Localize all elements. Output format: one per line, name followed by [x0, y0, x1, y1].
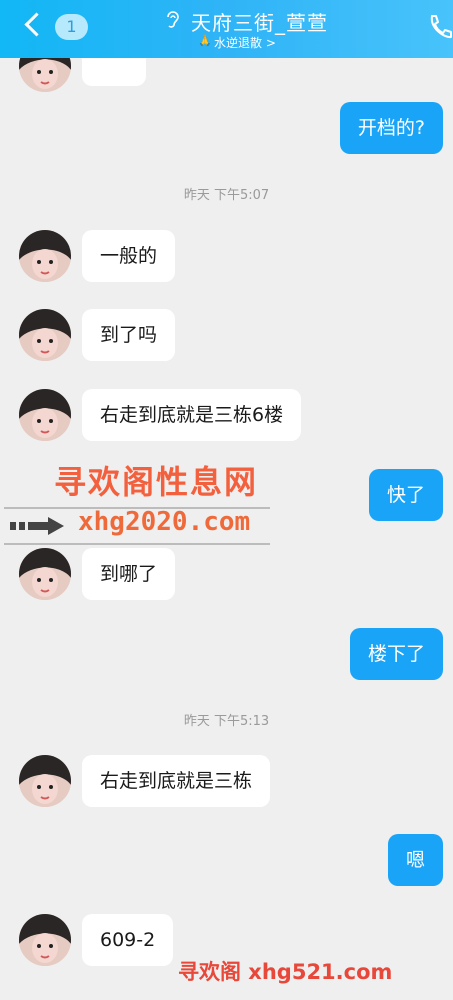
contact-avatar[interactable]	[19, 230, 71, 282]
arrow-icon	[10, 517, 64, 535]
ear-icon[interactable]	[166, 10, 180, 30]
contact-avatar[interactable]	[19, 389, 71, 441]
back-chevron-icon	[24, 12, 49, 37]
chat-header: 1 天府三街_萱萱 🙏 水逆退散 >	[0, 0, 453, 58]
contact-avatar[interactable]	[19, 914, 71, 966]
message-bubble-incoming[interactable]: 右走到底就是三栋	[82, 755, 271, 807]
message-bubble-incoming[interactable]: 到了吗	[82, 309, 176, 361]
watermark-url: xhg2020.com	[78, 507, 251, 537]
praying-hands-icon: 🙏	[198, 34, 212, 47]
message-bubble-incoming[interactable]: 609-2	[82, 914, 174, 966]
message-bubble-incoming[interactable]: 一般的	[82, 230, 176, 282]
contact-avatar[interactable]	[19, 309, 71, 361]
phone-icon[interactable]	[426, 12, 453, 42]
chat-subtitle[interactable]: 🙏 水逆退散 >	[198, 34, 276, 51]
watermark-bottom: 寻欢阁 xhg521.com	[178, 960, 393, 984]
message-bubble-outgoing[interactable]: 嗯	[387, 834, 443, 886]
status-text: 水逆退散 >	[214, 36, 276, 50]
unread-count-badge: 1	[55, 14, 88, 40]
contact-avatar[interactable]	[19, 548, 71, 600]
message-bubble-incoming[interactable]: 右走到底就是三栋6楼	[82, 389, 302, 441]
message-bubble-outgoing[interactable]: 开档的?	[339, 102, 443, 154]
timestamp: 昨天 下午5:07	[183, 188, 270, 203]
contact-avatar[interactable]	[19, 755, 71, 807]
chat-title[interactable]: 天府三街_萱萱	[191, 7, 328, 36]
message-bubble-incoming[interactable]: 到哪了	[82, 548, 176, 600]
timestamp: 昨天 下午5:13	[183, 714, 270, 729]
message-bubble-outgoing[interactable]: 楼下了	[349, 628, 443, 680]
back-button[interactable]: 1	[18, 10, 88, 44]
message-bubble-outgoing[interactable]: 快了	[368, 469, 443, 521]
watermark-text: 寻欢阁性息网	[54, 463, 259, 501]
